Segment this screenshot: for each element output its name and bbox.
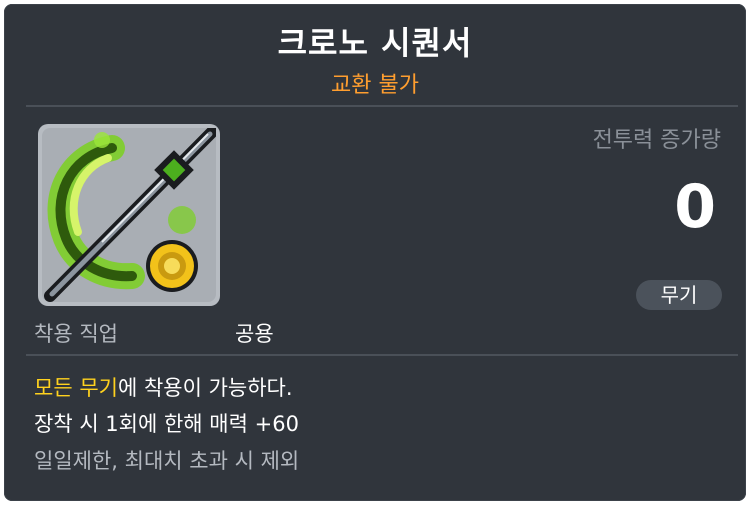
item-name: 크로노 시퀀서 (277, 24, 473, 62)
divider-bottom (26, 354, 738, 356)
item-tooltip: 크로노 시퀀서 교환 불가 전투력 증가량 0 무기 착용 직업 공용 모든 무… (4, 4, 746, 501)
chrono-sequencer-weapon-icon (42, 128, 216, 302)
combat-power-label: 전투력 증가량 (592, 128, 721, 153)
job-value: 공용 (235, 322, 274, 346)
description-line-1-rest: 에 착용이 가능하다. (117, 376, 293, 400)
trade-status: 교환 불가 (331, 73, 419, 98)
description-line-3: 일일제한, 최대치 초과 시 제외 (34, 449, 300, 473)
description-highlight: 모든 무기 (34, 376, 118, 400)
job-label: 착용 직업 (34, 322, 118, 346)
description-line-2: 장착 시 1회에 한해 매력 +60 (34, 412, 299, 436)
divider-top (26, 105, 738, 107)
item-type-badge: 무기 (636, 280, 722, 310)
combat-power-value: 0 (674, 172, 716, 242)
item-icon-frame (38, 124, 220, 306)
description-line-1: 모든 무기에 착용이 가능하다. (34, 372, 293, 402)
